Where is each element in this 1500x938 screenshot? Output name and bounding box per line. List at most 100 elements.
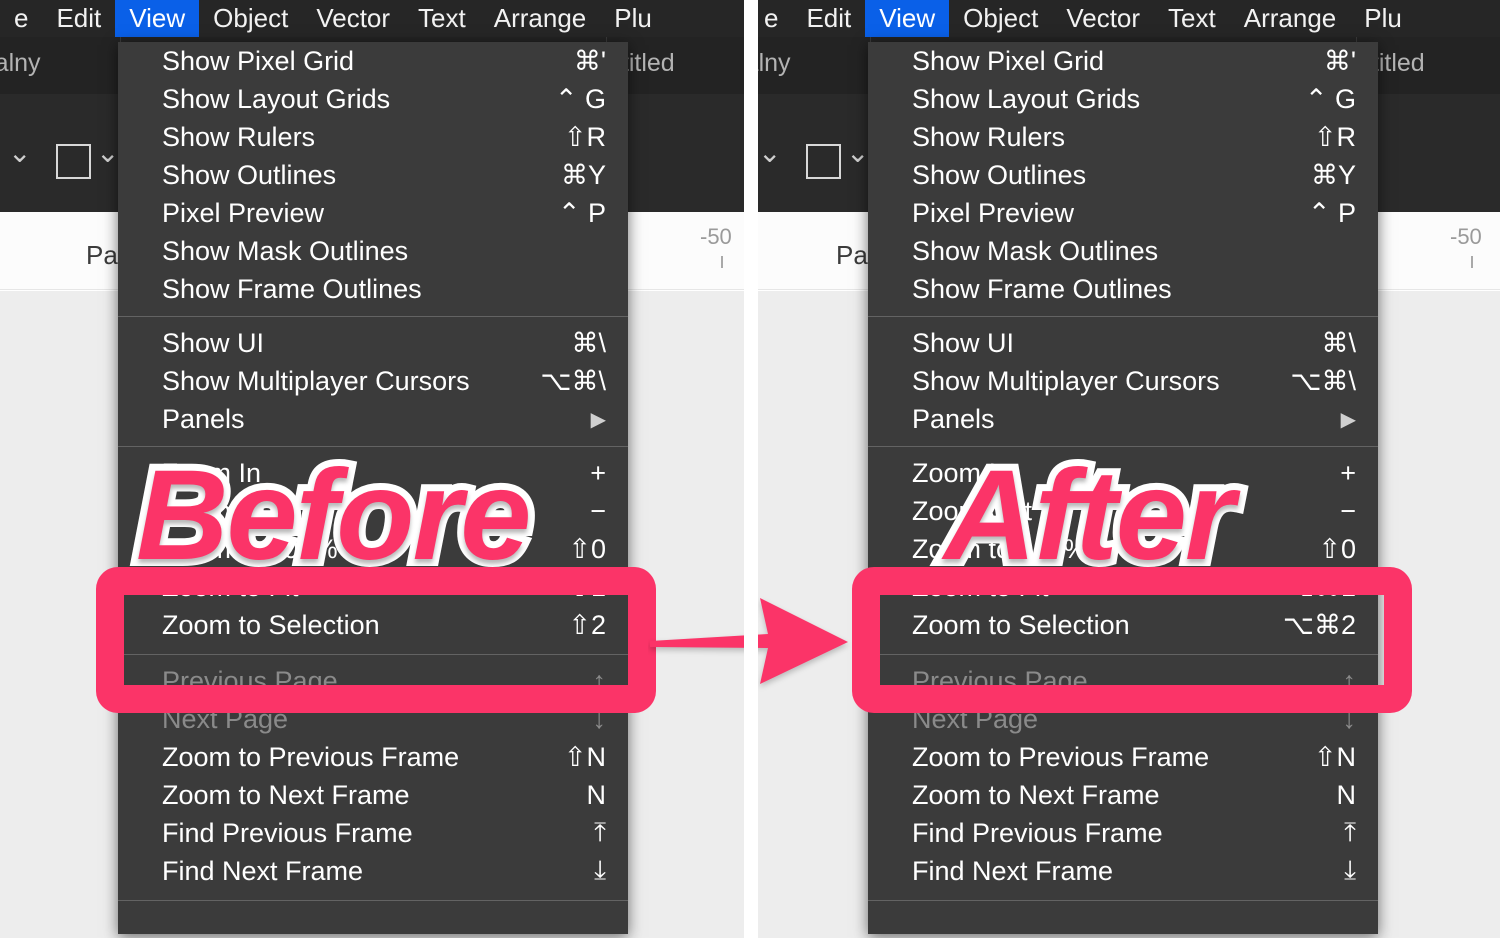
menu-item-label: Show Layout Grids (162, 83, 391, 114)
tab-palny[interactable]: Palny (0, 49, 41, 78)
panel-gap (744, 0, 758, 938)
menubar-item-view[interactable]: View (115, 0, 200, 37)
shape-square-icon[interactable] (806, 144, 841, 179)
menu-item-zoom-to-selection[interactable]: Zoom to Selection ⇧2 (118, 606, 628, 644)
menubar-item-edit[interactable]: Edit (42, 0, 115, 37)
menu-separator (118, 900, 628, 901)
menu-item-find-previous-frame[interactable]: Find Previous Frame ⤒ (868, 814, 1378, 852)
menu-item-label: Show Mask Outlines (162, 235, 409, 266)
menu-item-next-page: Next Page ↓ (868, 700, 1378, 738)
menu-item-shortcut: ⌘\ (1321, 327, 1356, 358)
menu-item-label: Find Next Frame (912, 855, 1114, 886)
menubar-item-object[interactable]: Object (949, 0, 1052, 37)
menu-item-show-mask-outlines[interactable]: Show Mask Outlines (118, 232, 628, 270)
menu-item-label: Show Multiplayer Cursors (912, 365, 1220, 396)
menu-item-zoom-to-next-frame[interactable]: Zoom to Next Frame N (118, 776, 628, 814)
menu-item-label: Show Pixel Grid (162, 45, 355, 76)
menubar-item-view[interactable]: View (865, 0, 950, 37)
menu-item-find-next-frame[interactable]: Find Next Frame ⤓ (868, 852, 1378, 890)
menu-item-show-ui[interactable]: Show UI ⌘\ (118, 324, 628, 362)
menu-item-label: Previous Page (912, 665, 1088, 696)
menubar-item-file[interactable]: e (0, 0, 42, 37)
menubar-item-object[interactable]: Object (199, 0, 302, 37)
menu-item-label: Panels (162, 403, 245, 434)
menu-item-label: Find Previous Frame (162, 817, 413, 848)
menu-item-shortcut: ↓ (592, 703, 607, 734)
chevron-down-icon[interactable]: ⌄ (846, 136, 869, 169)
menu-item-panels[interactable]: Panels ▶ (118, 400, 628, 438)
menubar-item-arrange[interactable]: Arrange (1230, 0, 1351, 37)
menu-item-shortcut: ⇧N (563, 741, 606, 772)
menu-item-shortcut: ⌃ G (554, 83, 606, 114)
after-caption: After (937, 444, 1242, 587)
menu-item-label: Zoom to Next Frame (162, 779, 410, 810)
menu-item-show-outlines[interactable]: Show Outlines ⌘Y (868, 156, 1378, 194)
menu-item-label: Zoom to Previous Frame (912, 741, 1210, 772)
menu-item-label: Zoom to Previous Frame (162, 741, 460, 772)
menu-item-shortcut: ⤒ (1344, 817, 1356, 847)
menu-item-pixel-preview[interactable]: Pixel Preview ⌃ P (118, 194, 628, 232)
menu-item-panels[interactable]: Panels ▶ (868, 400, 1378, 438)
menu-item-show-pixel-grid[interactable]: Show Pixel Grid ⌘' (868, 42, 1378, 80)
menu-item-show-multiplayer-cursors[interactable]: Show Multiplayer Cursors ⌥⌘\ (868, 362, 1378, 400)
menu-item-show-ui[interactable]: Show UI ⌘\ (868, 324, 1378, 362)
menu-item-show-rulers[interactable]: Show Rulers ⇧R (868, 118, 1378, 156)
menubar-item-text[interactable]: Text (404, 0, 480, 37)
menu-item-find-next-frame[interactable]: Find Next Frame ⤓ (118, 852, 628, 890)
menu-item-shortcut: ↑ (1342, 665, 1357, 696)
menu-item-label: Previous Page (162, 665, 338, 696)
menu-item-show-frame-outlines[interactable]: Show Frame Outlines (868, 270, 1378, 308)
menu-item-label: Show UI (912, 327, 1015, 358)
menu-item-show-rulers[interactable]: Show Rulers ⇧R (118, 118, 628, 156)
menu-item-label: Show Pixel Grid (912, 45, 1105, 76)
menubar-item-vector[interactable]: Vector (302, 0, 404, 37)
menu-item-zoom-to-previous-frame[interactable]: Zoom to Previous Frame ⇧N (118, 738, 628, 776)
menu-item-show-multiplayer-cursors[interactable]: Show Multiplayer Cursors ⌥⌘\ (118, 362, 628, 400)
menu-item-label: Zoom to Selection (912, 609, 1130, 640)
menubar-item-plugins[interactable]: Plu (600, 0, 666, 37)
ruler-tick-label: -50 (1450, 224, 1482, 249)
menubar-item-vector[interactable]: Vector (1052, 0, 1154, 37)
menu-item-label: Panels (912, 403, 995, 434)
menu-item-shortcut: ↑ (592, 665, 607, 696)
artboard-label: Pa (86, 240, 118, 270)
menu-item-pixel-preview[interactable]: Pixel Preview ⌃ P (868, 194, 1378, 232)
menu-item-show-outlines[interactable]: Show Outlines ⌘Y (118, 156, 628, 194)
menu-item-show-frame-outlines[interactable]: Show Frame Outlines (118, 270, 628, 308)
menu-item-label: Pixel Preview (162, 197, 325, 228)
menubar-item-plugins[interactable]: Plu (1350, 0, 1416, 37)
menu-item-shortcut: N (586, 779, 607, 810)
menubar-item-text[interactable]: Text (1154, 0, 1230, 37)
menubar-after: e Edit View Object Vector Text Arrange P… (750, 0, 1500, 37)
menu-item-shortcut: ⤓ (594, 855, 606, 885)
menu-item-shortcut: ⌘' (1323, 45, 1356, 76)
menu-item-zoom-to-next-frame[interactable]: Zoom to Next Frame N (868, 776, 1378, 814)
menu-item-show-mask-outlines[interactable]: Show Mask Outlines (868, 232, 1378, 270)
menu-item-shortcut: ⤒ (594, 817, 606, 847)
menu-item-show-layout-grids[interactable]: Show Layout Grids ⌃ G (868, 80, 1378, 118)
chevron-down-icon[interactable]: ⌄ (758, 136, 781, 169)
menu-item-zoom-to-previous-frame[interactable]: Zoom to Previous Frame ⇧N (868, 738, 1378, 776)
menu-item-shortcut: ⇧1 (568, 571, 606, 602)
menu-item-shortcut: N (1336, 779, 1357, 810)
menu-item-label: Show UI (162, 327, 265, 358)
menu-item-show-layout-grids[interactable]: Show Layout Grids ⌃ G (118, 80, 628, 118)
menu-item-label: Pixel Preview (912, 197, 1075, 228)
menu-item-previous-page: Previous Page ↑ (868, 662, 1378, 700)
menubar-before: e Edit View Object Vector Text Arrange P… (0, 0, 750, 37)
menu-item-previous-page: Previous Page ↑ (118, 662, 628, 700)
chevron-down-icon[interactable]: ⌄ (96, 136, 119, 169)
menu-item-show-pixel-grid[interactable]: Show Pixel Grid ⌘' (118, 42, 628, 80)
menu-item-shortcut: ⌘Y (1310, 159, 1356, 190)
menubar-item-arrange[interactable]: Arrange (480, 0, 601, 37)
shape-square-icon[interactable] (56, 144, 91, 179)
menu-item-shortcut: ⌘' (573, 45, 606, 76)
menu-item-label: Find Previous Frame (912, 817, 1163, 848)
menu-item-find-previous-frame[interactable]: Find Previous Frame ⤒ (118, 814, 628, 852)
menu-item-shortcut: ⌥⌘\ (540, 365, 606, 396)
menu-item-label: Zoom to Selection (162, 609, 380, 640)
chevron-down-icon[interactable]: ⌄ (8, 136, 31, 169)
menu-item-shortcut: ⤓ (1344, 855, 1356, 885)
menubar-item-edit[interactable]: Edit (792, 0, 865, 37)
menu-item-zoom-to-selection[interactable]: Zoom to Selection ⌥⌘2 (868, 606, 1378, 644)
